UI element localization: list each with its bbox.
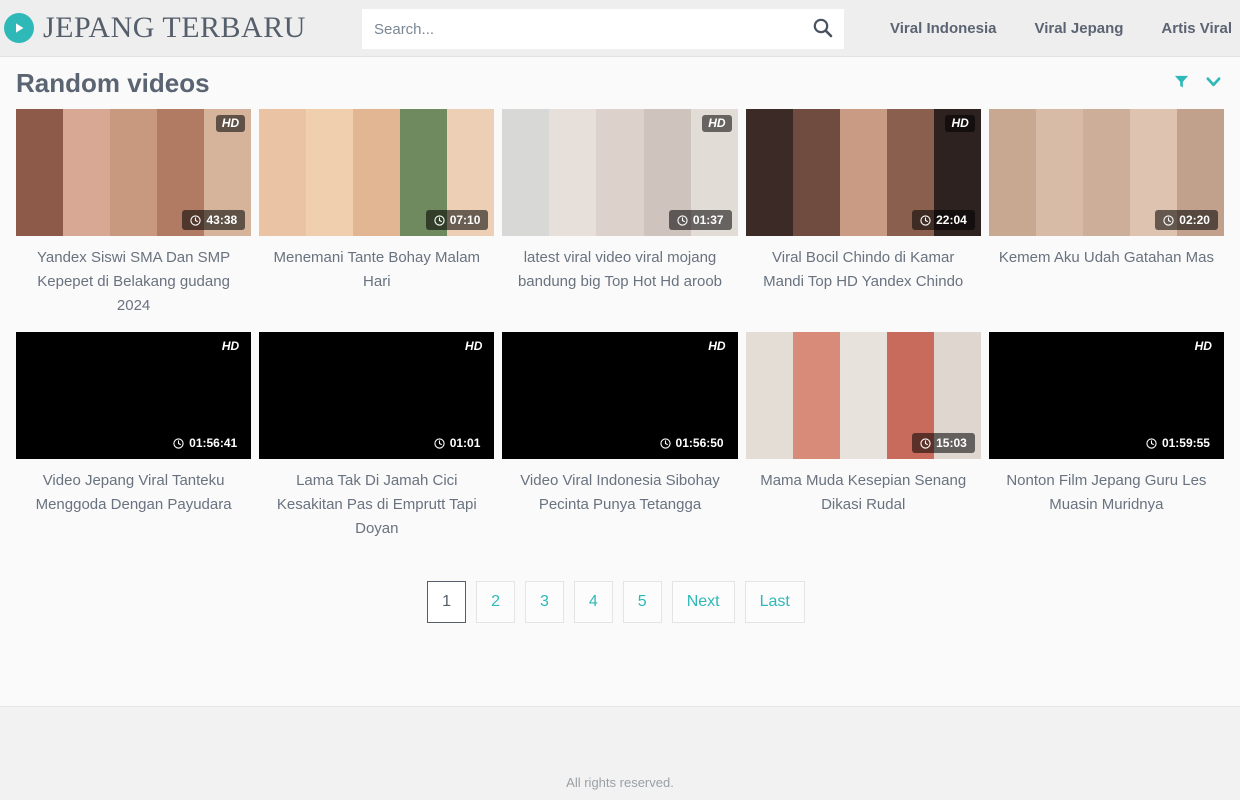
hd-badge: HD bbox=[945, 115, 975, 132]
filter-button[interactable] bbox=[1172, 72, 1191, 94]
video-card[interactable]: HD 01:56:50 Video Viral Indonesia Sibohay … bbox=[502, 332, 738, 541]
filter-icon bbox=[1174, 74, 1189, 92]
hd-badge: HD bbox=[215, 115, 246, 132]
video-title: Video Viral Indonesia Sibohay Pecinta Pu… bbox=[520, 472, 720, 513]
video-thumbnail[interactable]: 02:20 bbox=[988, 109, 1224, 236]
duration-text: 01:56:41 bbox=[189, 436, 238, 450]
video-thumbnail[interactable]: HD 01:01 bbox=[259, 332, 495, 459]
video-title: Kemem Aku Udah Gatahan Mas bbox=[998, 249, 1214, 266]
duration-text: 02:20 bbox=[1179, 213, 1210, 227]
video-card[interactable]: HD 01:59:55 Nonton Film Jepang Guru Les Mu… bbox=[988, 332, 1224, 541]
search-input[interactable] bbox=[362, 20, 800, 38]
page-link-3[interactable]: 3 bbox=[524, 581, 564, 623]
page-link-4[interactable]: 4 bbox=[573, 581, 613, 623]
video-title: Yandex Siswi SMA Dan SMP Kepepet di Bela… bbox=[37, 249, 231, 314]
clock-icon bbox=[1163, 214, 1174, 226]
video-card[interactable]: HD 43:38 Yandex Siswi SMA Dan SMP Kepepet … bbox=[16, 109, 252, 318]
site-logo-text: JEPANG TERBARU bbox=[43, 11, 306, 44]
duration-badge: 01:56:50 bbox=[652, 433, 732, 453]
clock-icon bbox=[920, 214, 931, 226]
hd-badge: HD bbox=[465, 339, 483, 353]
page-link-5[interactable]: 5 bbox=[622, 581, 662, 623]
video-card[interactable]: 15:03 Mama Muda Kesepian Senang Dikasi Ru… bbox=[745, 332, 981, 541]
search-icon bbox=[812, 17, 833, 41]
video-card[interactable]: 07:10 Menemani Tante Bohay Malam Hari bbox=[259, 109, 495, 318]
video-grid: HD 43:38 Yandex Siswi SMA Dan SMP Kepepet … bbox=[0, 109, 1240, 541]
site-header: JEPANG TERBARU Viral Indonesia Viral Jep… bbox=[0, 0, 1240, 57]
video-card[interactable]: 02:20 Kemem Aku Udah Gatahan Mas bbox=[988, 109, 1224, 318]
duration-text: 01:56:50 bbox=[675, 436, 724, 450]
clock-icon bbox=[434, 214, 445, 226]
video-title: Video Jepang Viral Tanteku Menggoda Deng… bbox=[35, 472, 232, 513]
duration-badge: 02:20 bbox=[1155, 210, 1218, 230]
video-thumbnail[interactable]: HD 01:56:50 bbox=[502, 332, 738, 459]
duration-text: 07:10 bbox=[449, 213, 481, 227]
duration-badge: 07:10 bbox=[425, 210, 489, 230]
hd-badge: HD bbox=[702, 115, 732, 132]
section-tools bbox=[1172, 71, 1224, 95]
video-card[interactable]: HD 01:37 latest viral video viral mojang b… bbox=[502, 109, 738, 318]
site-logo[interactable]: JEPANG TERBARU bbox=[0, 11, 306, 45]
video-card[interactable]: HD 01:56:41 Video Jepang Viral Tanteku Men… bbox=[16, 332, 252, 541]
video-title: Menemani Tante Bohay Malam Hari bbox=[273, 249, 481, 290]
video-title: latest viral video viral mojang bandung … bbox=[517, 249, 723, 290]
duration-text: 01:01 bbox=[449, 436, 481, 450]
video-thumbnail[interactable]: 15:03 bbox=[745, 332, 981, 459]
hd-badge: HD bbox=[708, 339, 726, 353]
clock-icon bbox=[190, 214, 202, 226]
video-thumbnail[interactable]: HD 22:04 bbox=[745, 109, 981, 236]
hd-badge: HD bbox=[221, 339, 240, 353]
duration-text: 22:04 bbox=[936, 213, 967, 227]
main-nav: Viral Indonesia Viral Jepang Artis Viral bbox=[890, 0, 1232, 57]
video-card[interactable]: HD 01:01 Lama Tak Di Jamah Cici Kesakitan … bbox=[259, 332, 495, 541]
clock-icon bbox=[1146, 437, 1157, 449]
video-thumbnail[interactable]: 07:10 bbox=[259, 109, 495, 236]
nav-link-viral-jepang[interactable]: Viral Jepang bbox=[1034, 20, 1123, 37]
hd-badge: HD bbox=[1194, 339, 1212, 353]
nav-link-viral-indonesia[interactable]: Viral Indonesia bbox=[890, 20, 996, 37]
clock-icon bbox=[173, 437, 184, 449]
duration-text: 15:03 bbox=[936, 436, 967, 450]
duration-text: 01:59:55 bbox=[1161, 436, 1210, 450]
search-bar bbox=[362, 9, 844, 49]
duration-text: 43:38 bbox=[206, 213, 238, 227]
duration-badge: 01:01 bbox=[426, 433, 489, 453]
video-thumbnail[interactable]: HD 01:56:41 bbox=[16, 332, 252, 459]
video-thumbnail[interactable]: HD 01:59:55 bbox=[988, 332, 1224, 459]
clock-icon bbox=[434, 437, 445, 449]
sort-button[interactable] bbox=[1203, 71, 1224, 95]
video-title: Viral Bocil Chindo di Kamar Mandi Top HD… bbox=[763, 249, 964, 290]
chevron-down-icon bbox=[1205, 73, 1222, 93]
page-link-2[interactable]: 2 bbox=[476, 581, 515, 623]
duration-badge: 01:56:41 bbox=[165, 433, 245, 453]
video-thumbnail[interactable]: HD 01:37 bbox=[502, 109, 738, 236]
video-title: Nonton Film Jepang Guru Les Muasin Murid… bbox=[1006, 472, 1207, 513]
video-card[interactable]: HD 22:04 Viral Bocil Chindo di Kamar Mandi… bbox=[745, 109, 981, 318]
site-footer: All rights reserved. bbox=[0, 706, 1240, 800]
clock-icon bbox=[677, 214, 688, 226]
duration-badge: 15:03 bbox=[912, 433, 975, 453]
duration-badge: 22:04 bbox=[912, 210, 975, 230]
video-thumbnail[interactable]: HD 43:38 bbox=[16, 109, 252, 236]
duration-badge: 01:37 bbox=[668, 210, 732, 230]
clock-icon bbox=[659, 437, 671, 449]
clock-icon bbox=[920, 437, 931, 449]
duration-text: 01:37 bbox=[692, 213, 724, 227]
search-button[interactable] bbox=[800, 9, 844, 49]
duration-badge: 43:38 bbox=[182, 210, 246, 230]
page-title: Random videos bbox=[16, 67, 210, 98]
page-link-next[interactable]: Next bbox=[671, 581, 735, 623]
pagination: 1 2 3 4 5 Next Last bbox=[0, 581, 1240, 623]
page-link-last[interactable]: Last bbox=[744, 581, 805, 623]
page-link-1[interactable]: 1 bbox=[427, 581, 467, 623]
video-title: Mama Muda Kesepian Senang Dikasi Rudal bbox=[760, 472, 967, 513]
nav-link-artis-viral[interactable]: Artis Viral bbox=[1161, 20, 1232, 37]
video-title: Lama Tak Di Jamah Cici Kesakitan Pas di … bbox=[276, 472, 477, 537]
section-header: Random videos bbox=[0, 57, 1240, 109]
duration-badge: 01:59:55 bbox=[1138, 433, 1218, 453]
copyright-text: All rights reserved. bbox=[566, 775, 674, 790]
play-circle-icon bbox=[4, 13, 34, 43]
